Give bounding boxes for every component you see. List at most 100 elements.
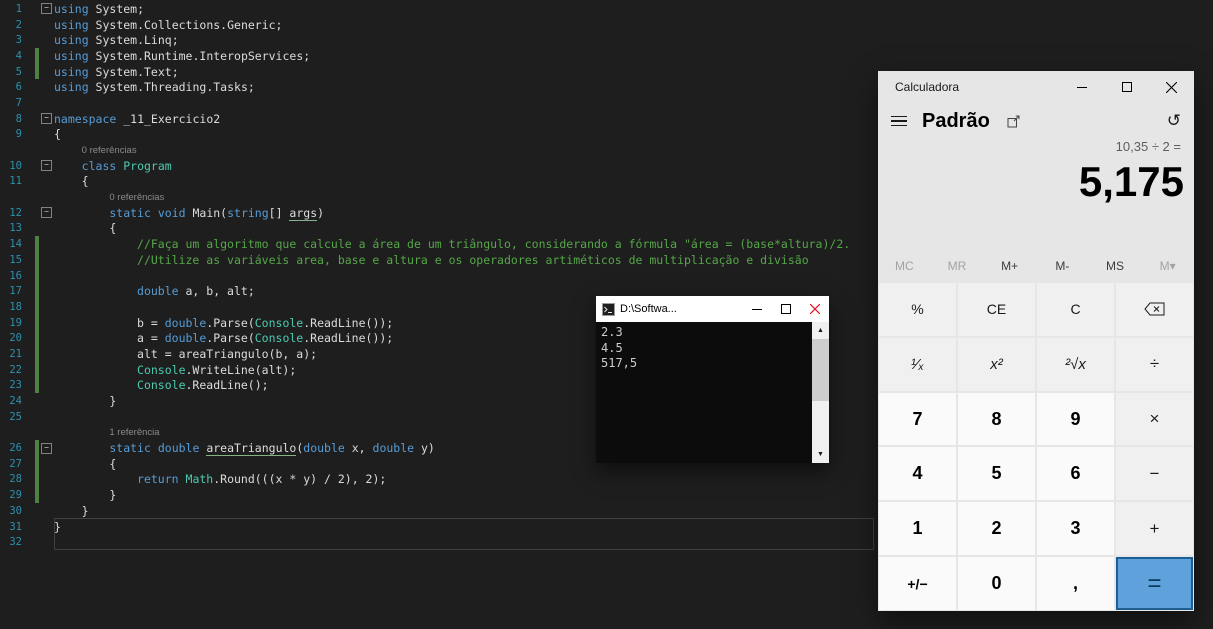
- code-token: {: [109, 457, 116, 471]
- code-token: {: [82, 174, 89, 188]
- calc-button-multiply[interactable]: ×: [1116, 393, 1193, 446]
- scroll-down-icon[interactable]: ▼: [812, 446, 829, 463]
- line-number: 32: [0, 536, 22, 548]
- code-token: double: [137, 284, 179, 298]
- keep-on-top-icon[interactable]: [1007, 115, 1020, 128]
- calculator-minimize-button[interactable]: [1059, 71, 1104, 103]
- code-text: namespace _11_Exercicio2: [54, 112, 220, 126]
- line-number: 10: [0, 160, 22, 172]
- menu-icon[interactable]: [891, 116, 907, 127]
- collapse-toggle-icon[interactable]: −: [41, 207, 52, 218]
- code-token: .Round(((x * y) / 2), 2);: [213, 472, 386, 486]
- code-token: void: [158, 206, 186, 220]
- change-indicator: [35, 174, 39, 190]
- calc-button-one[interactable]: 1: [879, 502, 956, 555]
- code-text: using System.Text;: [54, 65, 179, 79]
- collapse-toggle-icon[interactable]: −: [41, 3, 52, 14]
- calc-button-decimal[interactable]: ,: [1037, 557, 1114, 610]
- calc-button-negate[interactable]: +/−: [879, 557, 956, 610]
- history-icon[interactable]: ↺: [1167, 111, 1181, 131]
- line-number: 30: [0, 505, 22, 517]
- codelens-label[interactable]: 0 referências: [54, 145, 137, 156]
- codelens-label[interactable]: 0 referências: [54, 192, 164, 203]
- code-text: {: [54, 127, 61, 141]
- change-indicator: [35, 127, 39, 143]
- change-indicator: [35, 17, 39, 33]
- memory-button-m-plus[interactable]: M+: [983, 259, 1036, 273]
- calc-button-add[interactable]: +: [1116, 502, 1193, 555]
- change-indicator: [35, 534, 39, 550]
- code-row: 2using System.Collections.Generic;: [0, 17, 1213, 33]
- calc-button-zero[interactable]: 0: [958, 557, 1035, 610]
- calc-button-square[interactable]: x²: [958, 338, 1035, 391]
- calc-button-subtract[interactable]: −: [1116, 447, 1193, 500]
- calc-button-nine[interactable]: 9: [1037, 393, 1114, 446]
- code-token: args: [289, 206, 317, 221]
- code-token: Console: [255, 316, 303, 330]
- change-indicator: [35, 48, 39, 64]
- memory-button-m-dropdown[interactable]: M▾: [1141, 259, 1194, 273]
- calc-button-square-root[interactable]: ²√x: [1037, 338, 1114, 391]
- calc-button-equals[interactable]: =: [1116, 557, 1193, 610]
- calc-button-six[interactable]: 6: [1037, 447, 1114, 500]
- calc-button-five[interactable]: 5: [958, 447, 1035, 500]
- collapse-toggle-icon[interactable]: −: [41, 113, 52, 124]
- outline-margin: −: [39, 113, 54, 124]
- console-close-button[interactable]: [800, 296, 829, 322]
- console-output-line: 2.3: [601, 325, 809, 341]
- codelens-label[interactable]: 1 referência: [54, 427, 160, 438]
- calc-button-seven[interactable]: 7: [879, 393, 956, 446]
- outline-margin: −: [39, 3, 54, 14]
- console-scrollbar[interactable]: ▲ ▼: [812, 322, 829, 463]
- calc-button-four[interactable]: 4: [879, 447, 956, 500]
- calc-button-reciprocal[interactable]: ¹⁄ₓ: [879, 338, 956, 391]
- calculator-maximize-button[interactable]: [1104, 71, 1149, 103]
- collapse-toggle-icon[interactable]: −: [41, 160, 52, 171]
- code-token: x,: [345, 441, 373, 455]
- editor-bottom-frame: [54, 518, 874, 550]
- line-number: 3: [0, 34, 22, 46]
- line-number: 20: [0, 332, 22, 344]
- console-titlebar[interactable]: D:\Softwa...: [596, 296, 829, 322]
- calc-button-two[interactable]: 2: [958, 502, 1035, 555]
- change-indicator: [35, 64, 39, 80]
- console-minimize-button[interactable]: [742, 296, 771, 322]
- calc-button-clear-entry[interactable]: CE: [958, 283, 1035, 336]
- calc-button-percent[interactable]: %: [879, 283, 956, 336]
- line-number: 27: [0, 458, 22, 470]
- console-output-lines: 2.34.5517,5: [596, 322, 829, 372]
- calculator-titlebar[interactable]: Calculadora: [878, 71, 1194, 103]
- change-indicator: [35, 236, 39, 252]
- code-token: .ReadLine());: [303, 316, 393, 330]
- line-number: 28: [0, 473, 22, 485]
- scroll-up-icon[interactable]: ▲: [812, 322, 829, 339]
- calculator-close-button[interactable]: [1149, 71, 1194, 103]
- minimize-icon: [1077, 82, 1087, 92]
- memory-button-mc[interactable]: MC: [878, 259, 931, 273]
- line-number: 4: [0, 50, 22, 62]
- code-text: Console.WriteLine(alt);: [54, 363, 296, 377]
- change-indicator: [35, 487, 39, 503]
- scroll-thumb[interactable]: [812, 339, 829, 401]
- memory-button-mr[interactable]: MR: [931, 259, 984, 273]
- calc-button-eight[interactable]: 8: [958, 393, 1035, 446]
- line-number: 14: [0, 238, 22, 250]
- code-token: double: [158, 441, 200, 455]
- code-text: using System.Threading.Tasks;: [54, 80, 255, 94]
- outline-margin: −: [39, 160, 54, 171]
- line-number: 15: [0, 254, 22, 266]
- code-text: using System.Collections.Generic;: [54, 18, 283, 32]
- console-maximize-button[interactable]: [771, 296, 800, 322]
- calc-button-backspace[interactable]: [1116, 283, 1193, 336]
- memory-button-ms[interactable]: MS: [1089, 259, 1142, 273]
- calc-button-clear[interactable]: C: [1037, 283, 1114, 336]
- code-token: y): [414, 441, 435, 455]
- code-token: a =: [137, 331, 165, 345]
- code-token: Program: [116, 159, 171, 173]
- calc-button-three[interactable]: 3: [1037, 502, 1114, 555]
- collapse-toggle-icon[interactable]: −: [41, 443, 52, 454]
- calc-button-divide[interactable]: ÷: [1116, 338, 1193, 391]
- line-number: 12: [0, 207, 22, 219]
- memory-button-m-minus[interactable]: M-: [1036, 259, 1089, 273]
- console-window: D:\Softwa... 2.34.5517,5 ▲ ▼: [596, 296, 829, 463]
